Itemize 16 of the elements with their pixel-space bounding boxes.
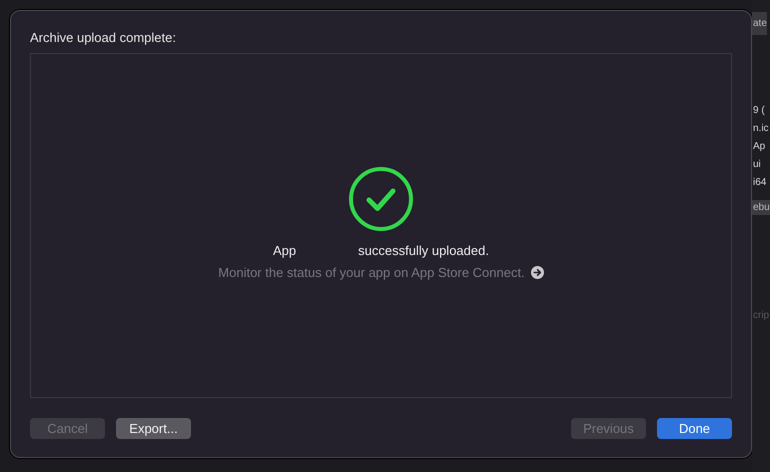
background-text: 9 ( <box>752 105 765 116</box>
background-text: Ap <box>752 141 766 152</box>
background-text: crip <box>752 310 770 321</box>
background-text: i64 <box>752 177 766 188</box>
background-text: n.ic <box>752 123 769 134</box>
success-check-icon <box>348 166 414 232</box>
app-label: App <box>273 242 296 258</box>
arrow-circle-icon[interactable] <box>530 266 544 278</box>
dialog-button[interactable]: Export... <box>116 418 191 439</box>
upload-status: successfully uploaded. <box>358 242 489 258</box>
background-text: ate <box>752 12 767 35</box>
dialog-title: Archive upload complete: <box>30 30 177 45</box>
background-text: ui <box>752 159 761 170</box>
background-text: ebu <box>752 200 770 215</box>
status-hint: Monitor the status of your app on App Store Connect. <box>218 264 525 280</box>
default-button[interactable]: Done <box>657 418 732 439</box>
